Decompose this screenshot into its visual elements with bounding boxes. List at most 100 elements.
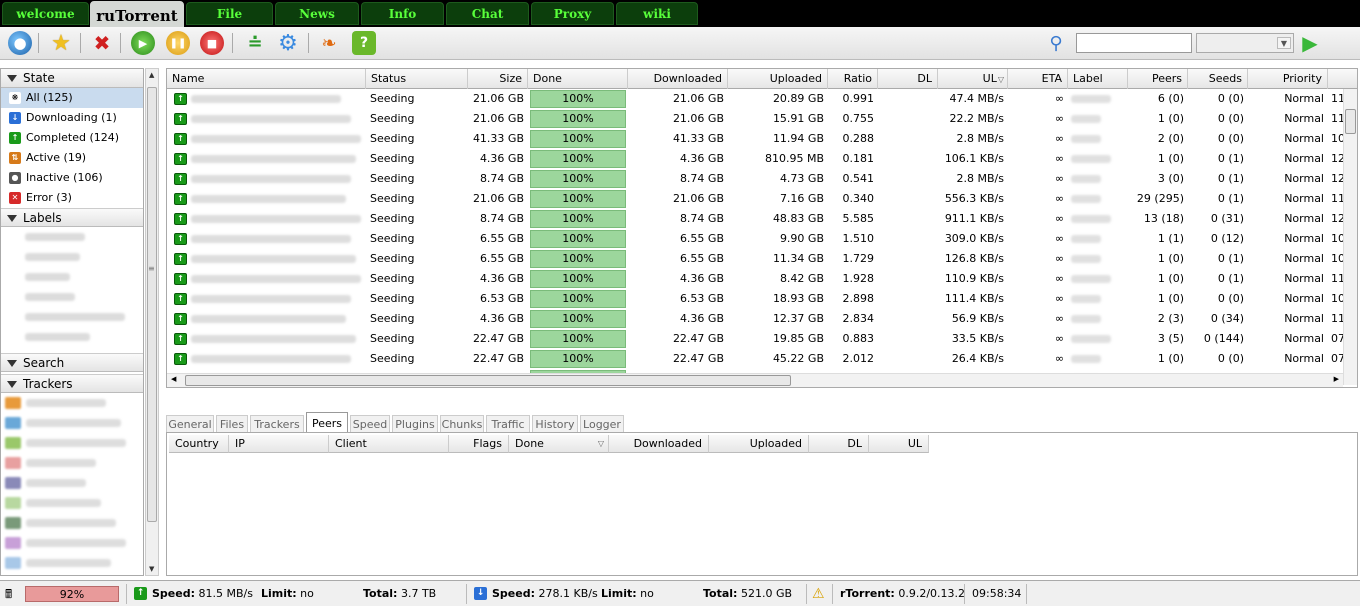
table-row[interactable]: ↑ 100% Seeding 21.06 GB 21.06 GB 20.89 GB 0.99… (167, 89, 1345, 109)
search-engine-select[interactable]: ▼ (1196, 33, 1294, 53)
label-item[interactable] (1, 287, 143, 307)
tracker-item[interactable] (1, 453, 143, 473)
table-row[interactable]: ↑ 100% Seeding 22.47 GB 22.47 GB 19.85 GB 0.88… (167, 329, 1345, 349)
tab-chunks[interactable]: Chunks (440, 415, 484, 433)
table-row[interactable]: ↑ 100% Seeding 21.06 GB 21.06 GB 7.16 GB 0.340… (167, 189, 1345, 209)
col-dl[interactable]: DL (878, 69, 938, 89)
label-item[interactable] (1, 307, 143, 327)
label-item[interactable] (1, 227, 143, 247)
col-name[interactable]: Name (167, 69, 366, 89)
state-header[interactable]: State (1, 69, 143, 88)
magnifier-icon[interactable]: ⚲ (1044, 31, 1068, 55)
nav-tab-welcome[interactable]: welcome (2, 2, 89, 25)
state-item-active[interactable]: ⇅ Active (19) (1, 148, 143, 168)
col-size[interactable]: Size (468, 69, 528, 89)
nav-tab-wiki[interactable]: wiki (616, 2, 698, 25)
sidebar-scrollbar[interactable]: ▲ ≡ ▼ (145, 68, 159, 576)
remove-icon[interactable]: ✖ (90, 31, 114, 55)
settings-icon[interactable]: ⚙ (276, 31, 300, 56)
label-item[interactable] (1, 267, 143, 287)
state-item-error[interactable]: ✕ Error (3) (1, 188, 143, 208)
nav-tab-info[interactable]: Info (361, 2, 444, 25)
rss-icon[interactable]: ≐ (243, 31, 267, 55)
pause-icon[interactable]: ❚❚ (166, 31, 190, 55)
col-client[interactable]: Client (329, 435, 449, 453)
nav-tab-proxy[interactable]: Proxy (531, 2, 614, 25)
tracker-item[interactable] (1, 533, 143, 553)
tab-files[interactable]: Files (216, 415, 248, 433)
nav-tab-rutorrent[interactable]: ruTorrent (90, 1, 184, 28)
tracker-item[interactable] (1, 413, 143, 433)
tracker-item[interactable] (1, 433, 143, 453)
table-row[interactable]: ↑ 100% Seeding 4.36 GB 4.36 GB 810.95 MB 0.181… (167, 149, 1345, 169)
col-label[interactable]: Label (1068, 69, 1128, 89)
table-row[interactable]: ↑ 100% Seeding 6.55 GB 6.55 GB 11.34 GB 1.729 1… (167, 249, 1345, 269)
star-icon[interactable]: ★ (49, 31, 73, 56)
nav-tab-file-manager[interactable]: File manager (186, 2, 273, 43)
play-arrow-icon[interactable]: ▶ (1298, 31, 1322, 55)
label-item[interactable] (1, 247, 143, 267)
stop-icon[interactable]: ■ (200, 31, 224, 55)
col-priority[interactable]: Priority (1248, 69, 1328, 89)
trackers-header[interactable]: Trackers (1, 374, 143, 393)
table-row[interactable]: ↑ 100% Seeding 8.74 GB 8.74 GB 4.73 GB 0.541 2.… (167, 169, 1345, 189)
col-ratio[interactable]: Ratio (828, 69, 878, 89)
col-downloaded[interactable]: Downloaded (609, 435, 709, 453)
table-row[interactable]: ↑ 100% Seeding 6.55 GB 6.55 GB 9.90 GB 1.510 30… (167, 229, 1345, 249)
tab-peers[interactable]: Peers (306, 412, 348, 433)
state-item-downloading[interactable]: ↓ Downloading (1) (1, 108, 143, 128)
table-row[interactable]: ↑ 100% Seeding 8.74 GB 8.74 GB 48.83 GB 5.585 9… (167, 209, 1345, 229)
label-item[interactable] (1, 327, 143, 347)
tab-traffic[interactable]: Traffic (486, 415, 530, 433)
tab-speed[interactable]: Speed (350, 415, 390, 433)
plugin-icon[interactable]: ❧ (317, 31, 341, 55)
state-item-all[interactable]: ❋ All (125) (1, 88, 143, 108)
col-uploaded[interactable]: Uploaded (728, 69, 828, 89)
col-done[interactable]: Done ▽ (509, 435, 609, 453)
col-eta[interactable]: ETA (1008, 69, 1068, 89)
table-row[interactable]: ↑ 100% Seeding 41.33 GB 41.33 GB 11.94 GB 0.28… (167, 129, 1345, 149)
nav-tab-news[interactable]: News (275, 2, 359, 25)
labels-header[interactable]: Labels (1, 208, 143, 227)
tracker-item[interactable] (1, 513, 143, 533)
start-icon[interactable]: ▶ (131, 31, 155, 55)
tab-general[interactable]: General (166, 415, 214, 433)
col-seeds[interactable]: Seeds (1188, 69, 1248, 89)
warning-icon[interactable]: ⚠ (812, 586, 825, 602)
tab-logger[interactable]: Logger (580, 415, 624, 433)
scroll-left-icon[interactable]: ◀ (171, 375, 176, 383)
table-row[interactable]: ↑ 100% Seeding 4.36 GB 4.36 GB 8.42 GB 1.928 11… (167, 269, 1345, 289)
state-item-completed[interactable]: ↑ Completed (124) (1, 128, 143, 148)
col-ip[interactable]: IP (229, 435, 329, 453)
table-vertical-scrollbar[interactable] (1343, 89, 1357, 385)
col-peers[interactable]: Peers (1128, 69, 1188, 89)
col-status[interactable]: Status (366, 69, 468, 89)
scroll-right-icon[interactable]: ▶ (1334, 375, 1339, 383)
tab-plugins[interactable]: Plugins (392, 415, 438, 433)
col-ul[interactable]: UL (869, 435, 929, 453)
table-horizontal-scrollbar[interactable]: ◀ ▶ (167, 373, 1343, 387)
download-limit[interactable]: Limit: no (601, 586, 654, 602)
search-header[interactable]: Search (1, 353, 143, 372)
globe-icon[interactable]: ● (8, 31, 32, 55)
tracker-item[interactable] (1, 553, 143, 573)
tracker-item[interactable] (1, 473, 143, 493)
col-flags[interactable]: Flags (449, 435, 509, 453)
table-row[interactable]: ↑ 100% Seeding 6.53 GB 6.53 GB 18.93 GB 2.898 1… (167, 289, 1345, 309)
col-dl[interactable]: DL (809, 435, 869, 453)
col-country[interactable]: Country (169, 435, 229, 453)
tracker-item[interactable] (1, 393, 143, 413)
col-ul[interactable]: UL▽ (938, 69, 1008, 89)
table-row[interactable]: ↑ 100% Seeding 21.06 GB 21.06 GB 15.91 GB 0.75… (167, 109, 1345, 129)
nav-tab-chat[interactable]: Chat (446, 2, 529, 25)
search-input[interactable] (1076, 33, 1192, 53)
col-uploaded[interactable]: Uploaded (709, 435, 809, 453)
help-icon[interactable]: ? (352, 31, 376, 55)
tab-trackers[interactable]: Trackers (250, 415, 304, 433)
col-downloaded[interactable]: Downloaded (628, 69, 728, 89)
tracker-item[interactable] (1, 493, 143, 513)
upload-limit[interactable]: Limit: no (261, 586, 314, 602)
table-row[interactable]: ↑ 100% Seeding 4.36 GB 4.36 GB 12.37 GB 2.834 5… (167, 309, 1345, 329)
table-row[interactable]: ↑ 100% Seeding 22.47 GB 22.47 GB 45.22 GB 2.01… (167, 349, 1345, 369)
state-item-inactive[interactable]: ● Inactive (106) (1, 168, 143, 188)
